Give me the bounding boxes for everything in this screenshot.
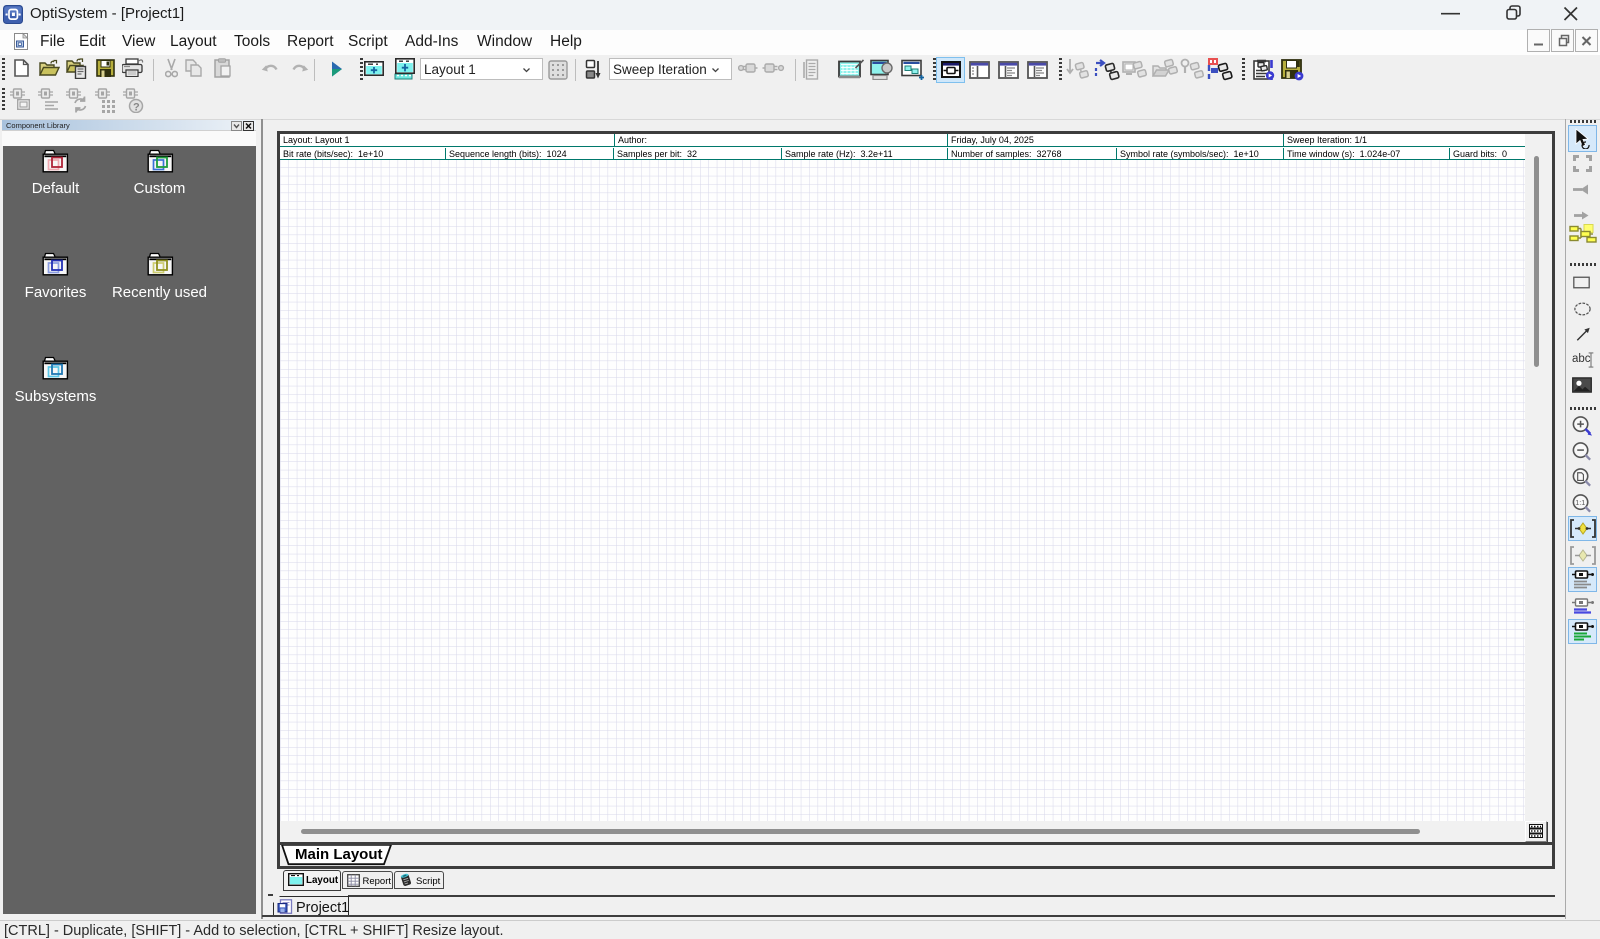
svg-text:1:1: 1:1: [1575, 498, 1585, 506]
svg-text:?: ?: [133, 102, 140, 114]
